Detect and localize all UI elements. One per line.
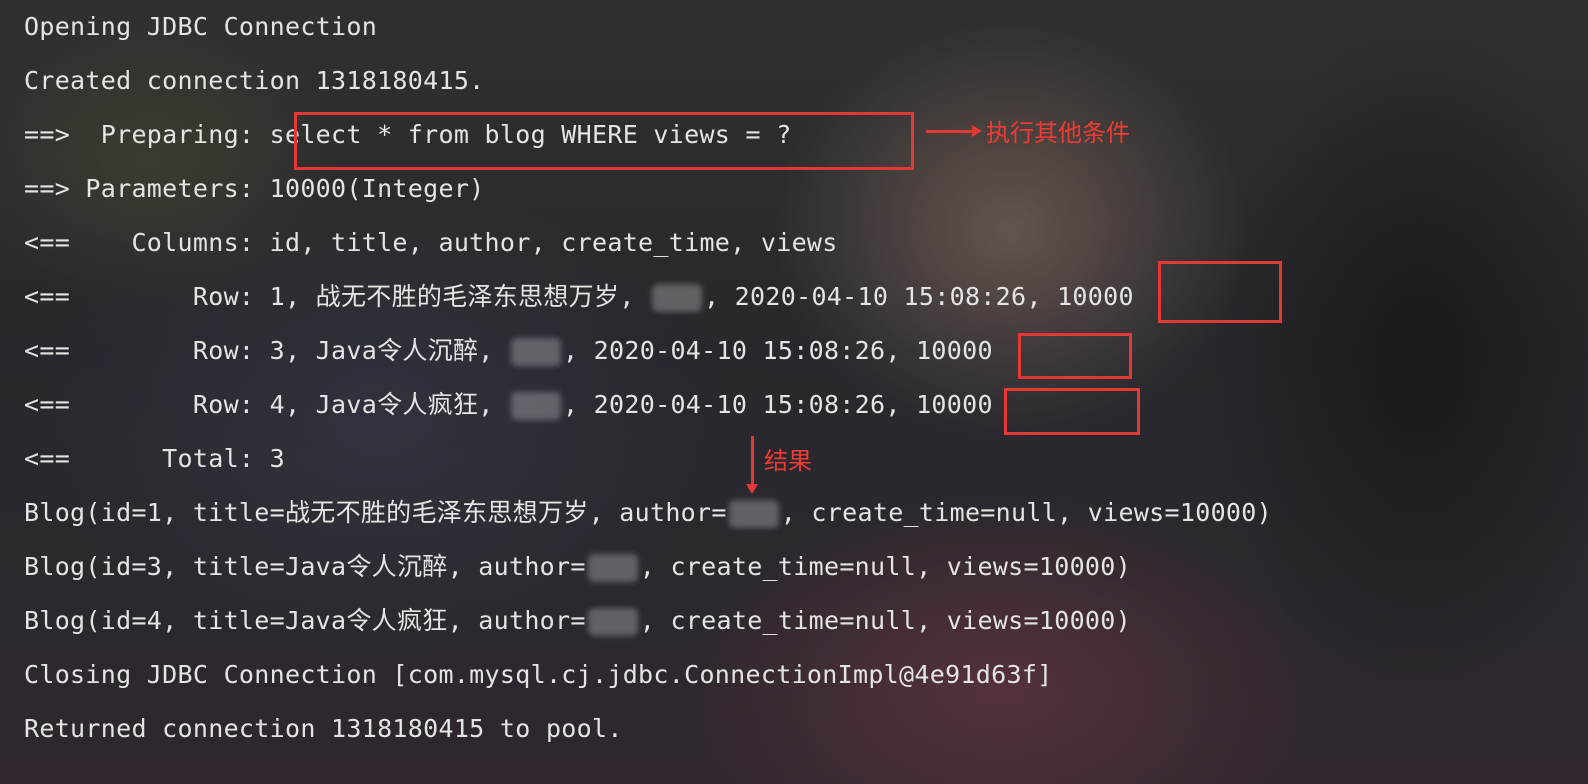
row-text: , 2020-04-10 15:08:26, 10000 [703,282,1134,311]
blog-text: , create_time=null, views=10000) [780,498,1272,527]
redacted-author [728,500,779,528]
row-text: <== Row: 3, Java令人沉醉, [24,336,509,365]
log-line-row-1: <== Row: 1, 战无不胜的毛泽东思想万岁, , 2020-04-10 1… [24,277,1134,317]
log-line-total: <== Total: 3 [24,444,285,473]
views-highlight-box-row-1 [1158,261,1282,323]
blog-output-1: Blog(id=1, title=战无不胜的毛泽东思想万岁, author= , … [24,493,1272,533]
other-conditions-annotation: 执行其他条件 [986,119,1130,147]
views-highlight-box-row-3 [1018,333,1132,379]
views-highlight-box-row-4 [1004,388,1140,435]
row-text: , 2020-04-10 15:08:26, 10000 [562,390,993,419]
row-text: <== Row: 4, Java令人疯狂, [24,390,509,419]
result-annotation: 结果 [764,447,812,475]
redacted-author [510,338,561,366]
log-line-row-4: <== Row: 4, Java令人疯狂, , 2020-04-10 15:08… [24,385,993,425]
row-text: , 2020-04-10 15:08:26, 10000 [562,336,993,365]
blog-text: , create_time=null, views=10000) [639,552,1131,581]
log-line-row-3: <== Row: 3, Java令人沉醉, , 2020-04-10 15:08… [24,331,993,371]
blog-output-3: Blog(id=3, title=Java令人沉醉, author= , crea… [24,547,1131,587]
log-line-columns: <== Columns: id, title, author, create_t… [24,228,838,257]
blog-text: Blog(id=3, title=Java令人沉醉, author= [24,552,586,581]
blog-text: Blog(id=1, title=战无不胜的毛泽东思想万岁, author= [24,498,727,527]
row-text: <== Row: 1, 战无不胜的毛泽东思想万岁, [24,282,650,311]
blog-text: , create_time=null, views=10000) [639,606,1131,635]
sql-highlight-box [294,112,914,170]
arrow-right-icon [926,125,982,137]
arrow-down-icon [746,436,758,494]
blog-output-4: Blog(id=4, title=Java令人疯狂, author= , crea… [24,601,1131,641]
log-line-parameters: ==> Parameters: 10000(Integer) [24,174,485,203]
log-line-created: Created connection 1318180415. [24,66,485,95]
blog-text: Blog(id=4, title=Java令人疯狂, author= [24,606,586,635]
redacted-author [587,608,638,636]
log-line-opening: Opening JDBC Connection [24,12,378,41]
redacted-author [510,392,561,420]
redacted-author [651,284,702,312]
log-line-closing: Closing JDBC Connection [com.mysql.cj.jd… [24,660,1053,689]
redacted-author [587,554,638,582]
log-line-returned: Returned connection 1318180415 to pool. [24,714,623,743]
